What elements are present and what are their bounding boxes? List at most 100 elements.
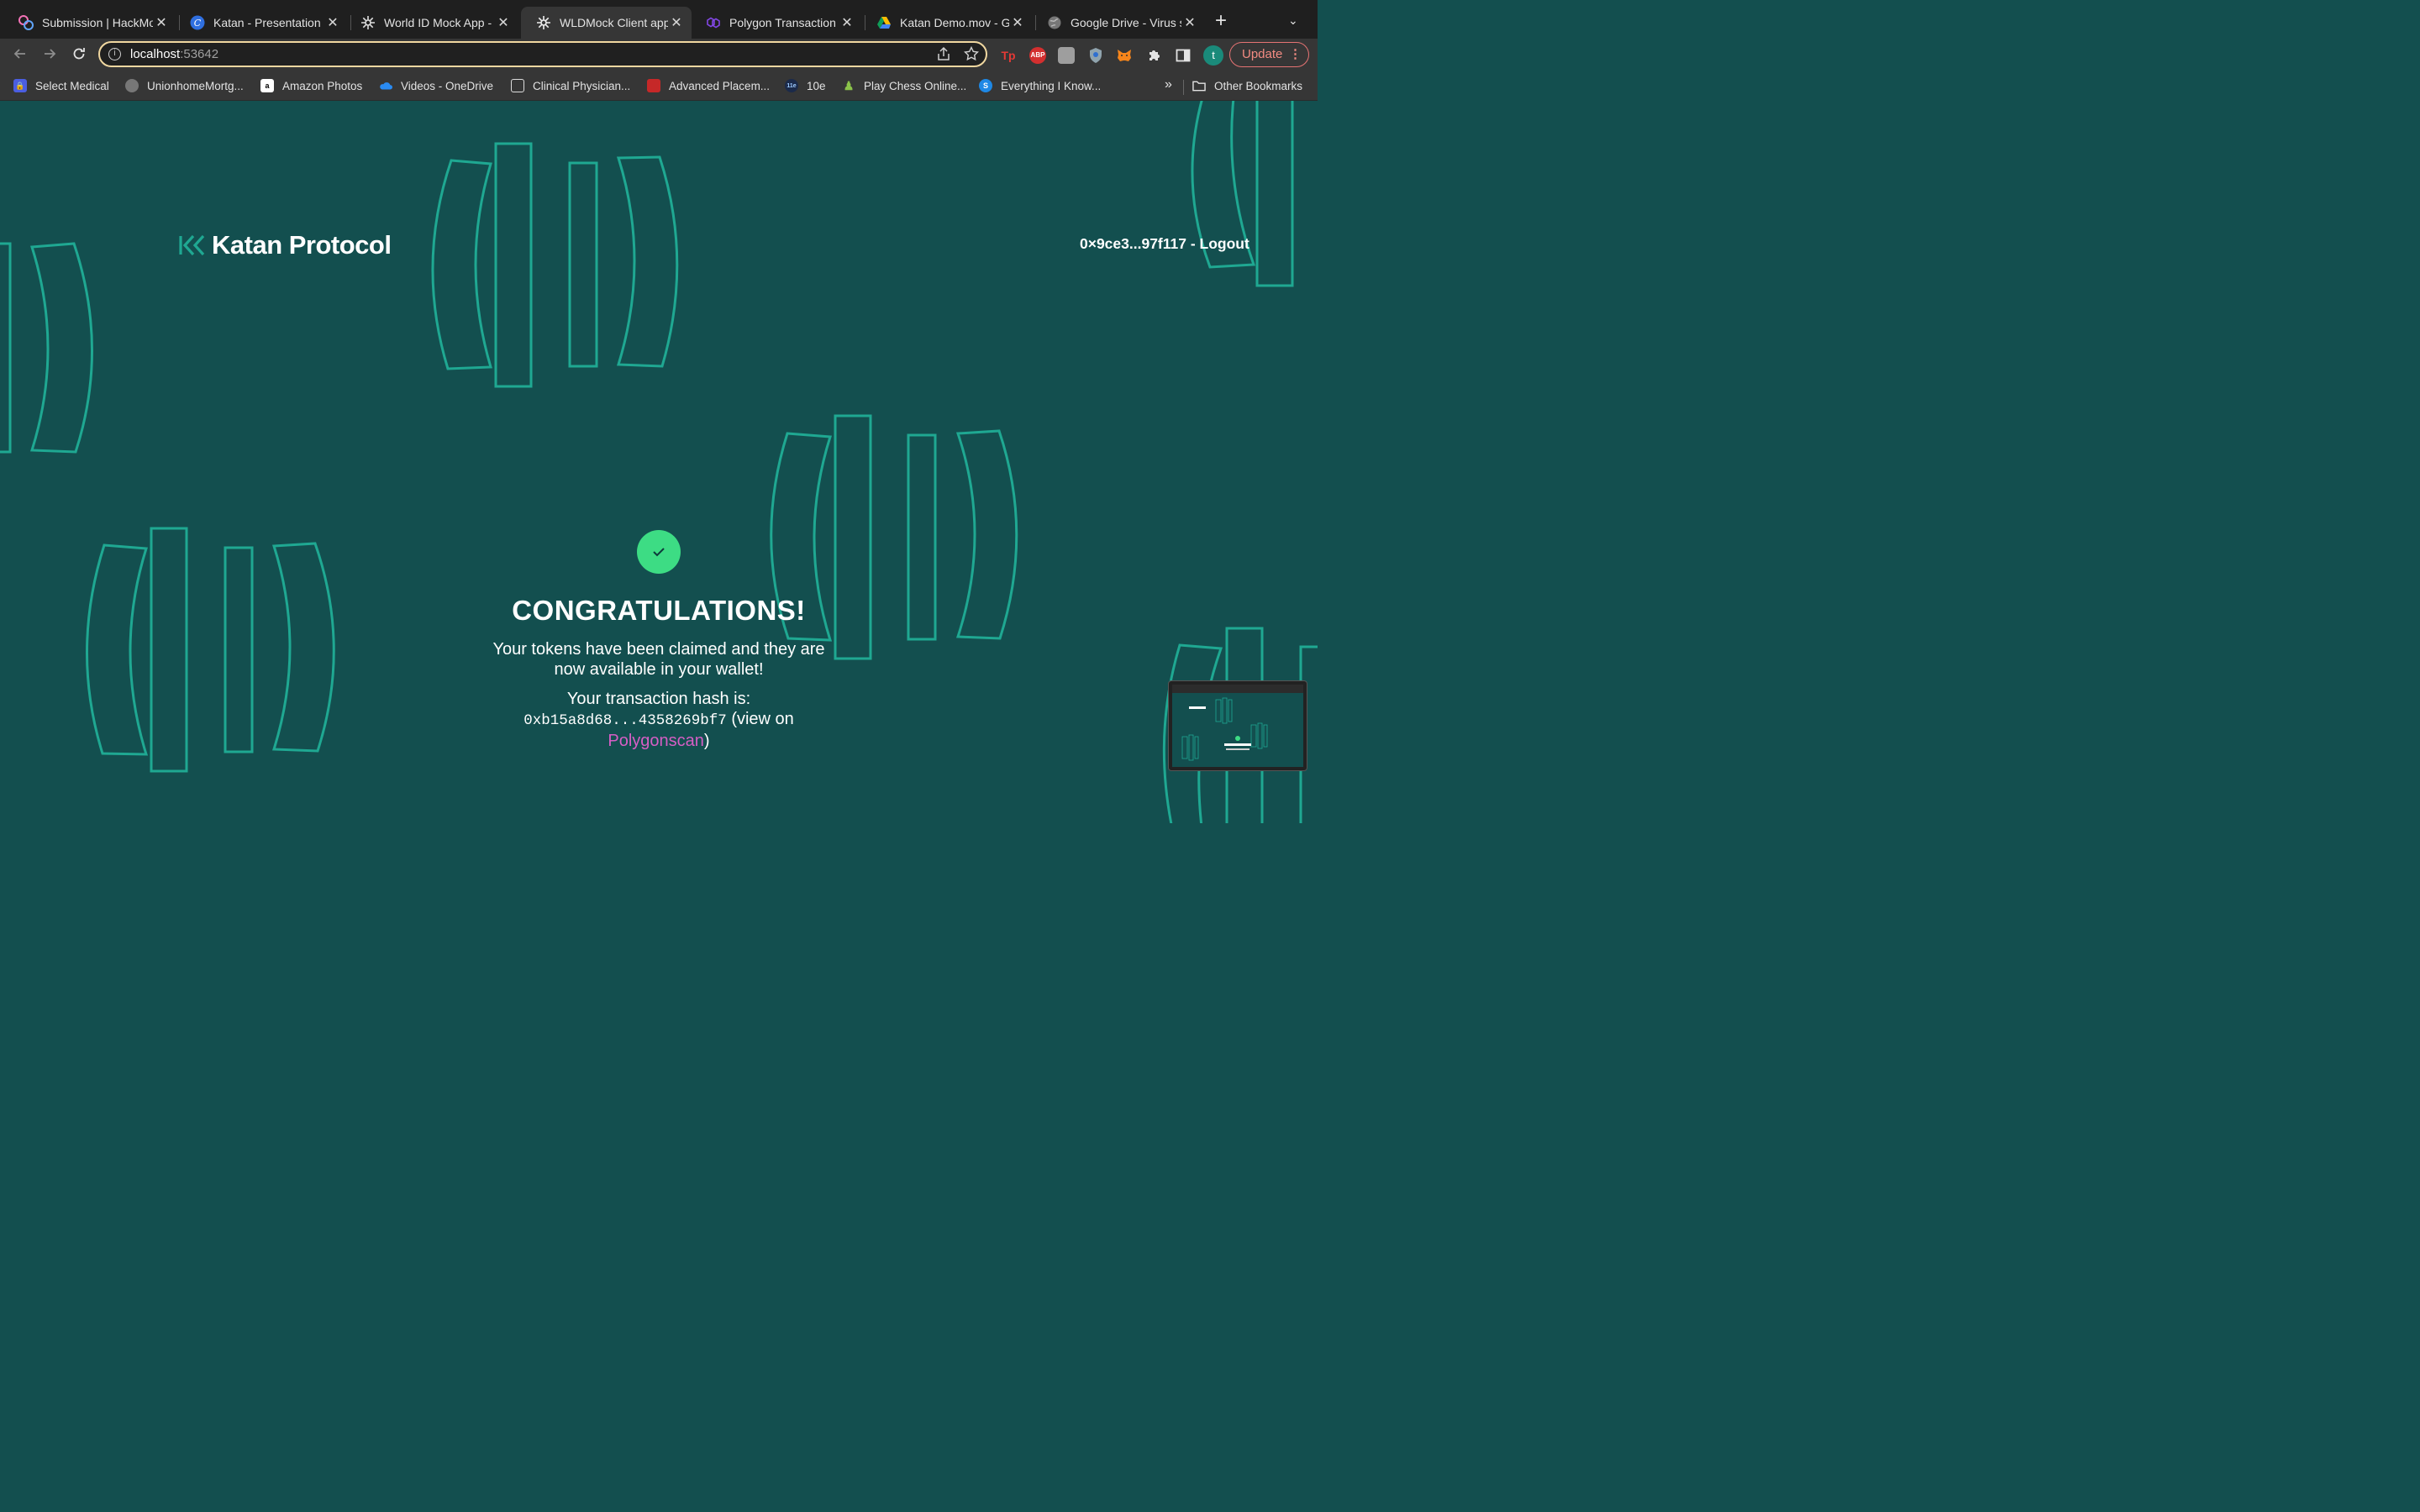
- doc-red-icon: [647, 79, 660, 92]
- tab-katan-presentation[interactable]: C Katan - Presentation ✕: [175, 7, 348, 39]
- tab-wldmock-client[interactable]: WLDMock Client app ✕: [521, 7, 692, 39]
- bookmark-clinical-physician[interactable]: Clinical Physician...: [511, 79, 630, 92]
- close-icon[interactable]: ✕: [1181, 14, 1198, 31]
- hash-intro: Your transaction hash is:: [566, 690, 751, 708]
- update-button[interactable]: Update ⋮: [1229, 42, 1309, 67]
- page-viewport: Katan Protocol 0×9ce3...97f117 - Logout …: [0, 101, 1318, 823]
- tab-title: WLDMock Client app: [560, 16, 668, 29]
- close-icon[interactable]: ✕: [1009, 14, 1026, 31]
- browser-window: Submission | HackMo ✕ C Katan - Presenta…: [0, 0, 1318, 823]
- view-close-text: ): [703, 732, 710, 750]
- bookmark-label: Select Medical: [35, 79, 109, 92]
- thumbnail-preview-image: [1172, 685, 1303, 767]
- tab-title: Submission | HackMo: [42, 16, 153, 29]
- tab-world-id-mock[interactable]: World ID Mock App - ✕: [345, 7, 518, 39]
- svg-text:C: C: [194, 18, 202, 29]
- globe-icon: [1047, 15, 1062, 30]
- onedrive-icon: [379, 79, 392, 92]
- polygonscan-link[interactable]: Polygonscan: [608, 732, 704, 750]
- screen-recording-thumbnail[interactable]: [1168, 680, 1307, 771]
- more-vert-icon[interactable]: ⋮: [1289, 43, 1302, 66]
- tab-title: Google Drive - Virus s: [1071, 16, 1181, 29]
- tab-google-drive-virus[interactable]: Google Drive - Virus s ✕: [1032, 7, 1205, 39]
- google-drive-icon: [876, 15, 892, 30]
- tab-title: Katan - Presentation: [213, 16, 321, 29]
- forward-arrow-icon: [45, 49, 56, 59]
- info-icon[interactable]: i: [108, 48, 121, 60]
- transaction-hash: 0xb15a8d68...4358269bf7: [523, 712, 727, 729]
- forward-button[interactable]: [39, 45, 60, 66]
- account-logout-link[interactable]: 0×9ce3...97f117 - Logout: [1080, 235, 1249, 253]
- s-logo-icon: S: [979, 79, 992, 92]
- amazon-icon: a: [260, 79, 274, 92]
- bookmark-unionhome[interactable]: UnionhomeMortg...: [125, 79, 244, 92]
- puzzle-icon[interactable]: [1146, 47, 1163, 64]
- close-icon[interactable]: ✕: [839, 14, 855, 31]
- bookmark-onedrive[interactable]: Videos - OneDrive: [379, 79, 493, 92]
- toolbar: i localhost:53642 Tp ABP t Update ⋮: [0, 39, 1318, 72]
- katan-logo-icon: [179, 234, 205, 256]
- bookmark-label: Play Chess Online...: [864, 79, 967, 92]
- bookmark-amazon-photos[interactable]: a Amazon Photos: [260, 79, 362, 92]
- new-tab-button[interactable]: +: [1215, 11, 1227, 31]
- tab-katan-demo[interactable]: Katan Demo.mov - Go ✕: [861, 7, 1033, 39]
- reload-icon: [73, 48, 85, 60]
- tab-strip: Submission | HackMo ✕ C Katan - Presenta…: [0, 0, 1318, 39]
- bookmark-advanced-placement[interactable]: Advanced Placem...: [647, 79, 770, 92]
- bookmark-label: Videos - OneDrive: [401, 79, 494, 92]
- tab-title: World ID Mock App -: [384, 16, 492, 29]
- globe-icon: [125, 79, 139, 92]
- polygon-icon: [706, 15, 721, 30]
- bookmark-play-chess[interactable]: ♟ Play Chess Online...: [842, 78, 967, 92]
- bookmark-everything-i-know[interactable]: S Everything I Know...: [979, 79, 1101, 92]
- close-icon[interactable]: ✕: [324, 14, 341, 31]
- bookmark-label: UnionhomeMortg...: [147, 79, 244, 92]
- back-button[interactable]: [10, 45, 30, 66]
- bookmark-label: Clinical Physician...: [533, 79, 631, 92]
- canva-icon: C: [190, 15, 205, 30]
- success-headline: CONGRATULATIONS!: [512, 595, 806, 626]
- tab-hackmd[interactable]: Submission | HackMo ✕: [3, 7, 176, 39]
- reload-button[interactable]: [69, 45, 89, 66]
- bookmarks-bar: 🔒 Select Medical UnionhomeMortg... a Ama…: [0, 72, 1318, 101]
- close-icon[interactable]: ✕: [668, 14, 685, 31]
- brand-name: Katan Protocol: [212, 230, 392, 260]
- tab-title: Katan Demo.mov - Go: [900, 16, 1009, 29]
- bookmark-label: Advanced Placem...: [669, 79, 771, 92]
- close-icon[interactable]: ✕: [153, 14, 170, 31]
- bookmark-10e[interactable]: 11e 10e: [785, 79, 826, 92]
- success-message: Your tokens have been claimed and they a…: [492, 640, 825, 679]
- success-badge: [637, 530, 681, 574]
- extension-grey-icon[interactable]: [1058, 47, 1075, 64]
- bookmark-select-medical[interactable]: 🔒 Select Medical: [13, 79, 109, 92]
- tp-icon[interactable]: Tp: [1000, 47, 1017, 64]
- url-text: localhost:53642: [130, 47, 218, 61]
- close-icon[interactable]: ✕: [495, 14, 512, 31]
- metamask-icon[interactable]: [1116, 47, 1133, 64]
- 10e-icon: 11e: [785, 79, 798, 92]
- url-port: :53642: [180, 47, 219, 61]
- tab-search-button[interactable]: ⌄: [1288, 13, 1298, 28]
- tab-title: Polygon Transaction H: [729, 16, 839, 29]
- bookmarks-overflow-chevron-icon[interactable]: »: [1165, 77, 1172, 92]
- brand-logo[interactable]: Katan Protocol: [178, 230, 392, 260]
- chess-pawn-icon: ♟: [843, 78, 855, 92]
- bookmark-star-icon[interactable]: [963, 45, 980, 66]
- building-icon: [511, 79, 524, 92]
- adblock-icon[interactable]: ABP: [1029, 47, 1046, 64]
- share-icon[interactable]: [937, 46, 950, 66]
- url-host: localhost: [130, 47, 181, 61]
- profile-avatar[interactable]: t: [1203, 45, 1223, 66]
- view-open-text: (view on: [731, 710, 794, 728]
- bookmark-label: 10e: [807, 79, 826, 92]
- hackmd-icon: [18, 15, 34, 30]
- address-bar[interactable]: i localhost:53642: [98, 41, 987, 67]
- lock-icon: 🔒: [13, 79, 27, 92]
- bookmark-label: Other Bookmarks: [1214, 79, 1303, 92]
- bookmark-label: Everything I Know...: [1001, 79, 1102, 92]
- tab-polygon-transaction[interactable]: Polygon Transaction H ✕: [691, 7, 862, 39]
- shield-icon[interactable]: [1087, 47, 1104, 64]
- side-panel-icon[interactable]: [1175, 47, 1192, 64]
- bookmark-other-bookmarks[interactable]: Other Bookmarks: [1192, 79, 1302, 92]
- transaction-info: Your transaction hash is: 0xb15a8d68...4…: [491, 689, 827, 751]
